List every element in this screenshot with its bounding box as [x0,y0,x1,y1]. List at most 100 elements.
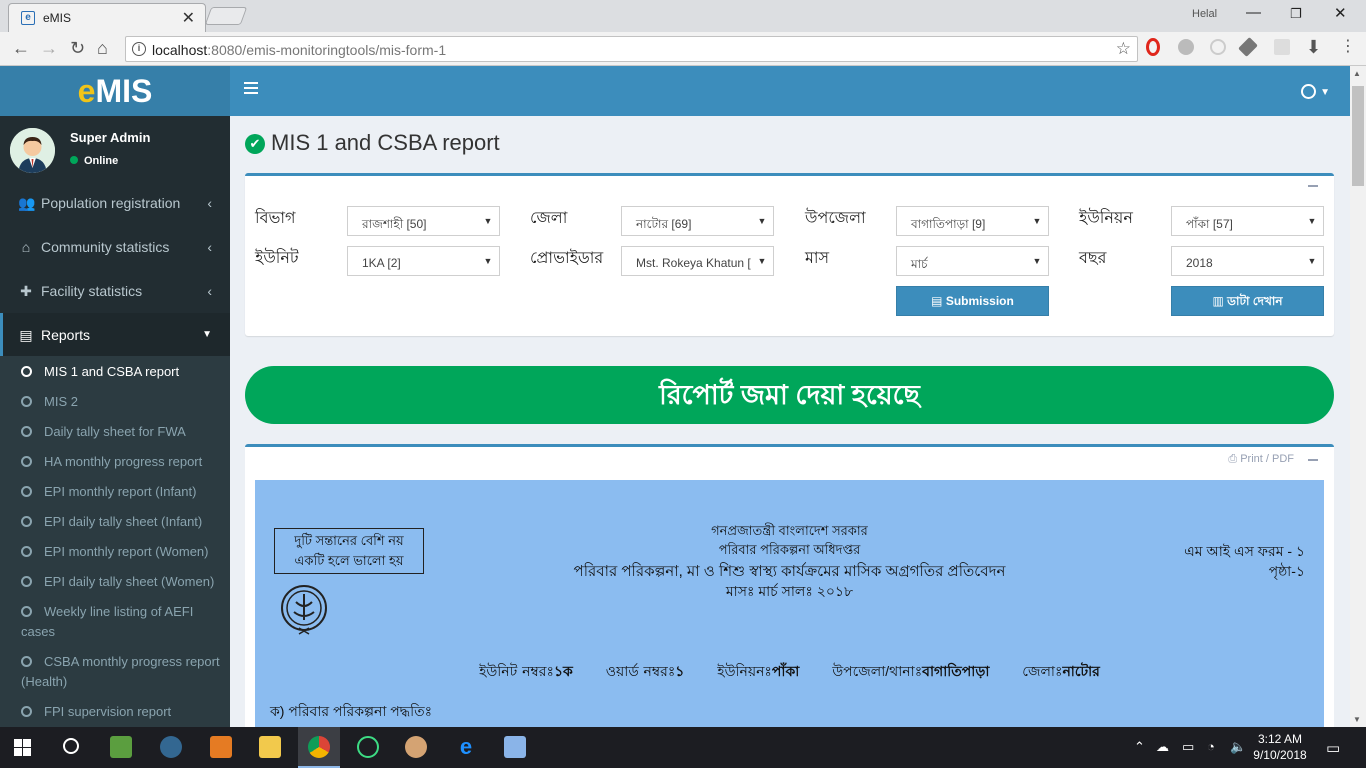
browser-tab[interactable]: e eMIS ✕ [8,3,206,32]
system-clock[interactable]: 3:12 AM 9/10/2018 [1250,731,1310,763]
scrollbar-thumb[interactable] [1352,86,1364,186]
box-extension-icon[interactable] [1274,39,1290,55]
division-label: বিভাগ [255,210,296,227]
circle-icon [21,516,32,527]
submenu-item-mis2[interactable]: MIS 2 [0,392,230,412]
check-circle-icon: ✔ [245,134,265,154]
unit-select[interactable]: 1KA [2] ▼ [347,246,500,276]
sidebar-item-population-registration[interactable]: 👥 Population registration ‹ [0,181,230,225]
circle-icon [21,606,32,617]
tab-close-icon[interactable]: ✕ [182,8,195,28]
submenu-item-epi-daily-women[interactable]: EPI daily tally sheet (Women) [0,572,230,592]
user-menu[interactable]: ▼ [1301,82,1330,99]
tray-expand-icon[interactable]: ⌃ [1134,739,1145,755]
postgres-app-icon[interactable] [160,736,182,758]
submenu-item-epi-monthly-infant[interactable]: EPI monthly report (Infant) [0,482,230,502]
address-bar[interactable]: i localhost:8080/emis-monitoringtools/mi… [125,36,1138,62]
minimize-icon[interactable]: — [1246,4,1261,21]
forward-icon[interactable]: → [40,38,58,58]
ward-number-value: ১ [675,663,685,679]
wifi-icon[interactable]: ◔ [1207,739,1215,754]
submenu-label: MIS 2 [44,394,78,409]
caret-down-icon: ▼ [1320,87,1330,98]
home-icon[interactable]: ⌂ [97,38,108,58]
opera-extension-icon[interactable] [1146,38,1160,56]
collapse-icon[interactable] [1308,185,1318,187]
year-select[interactable]: 2018 ▼ [1171,246,1324,276]
month-label: মাস [805,250,830,267]
volume-icon[interactable]: 🔈 [1230,739,1246,755]
circle-icon [21,486,32,497]
division-select[interactable]: রাজশাহী [50] ▼ [347,206,500,236]
app-logo[interactable]: eMIS [0,66,230,116]
search-circle-icon[interactable] [63,738,79,754]
submenu-item-mis1[interactable]: MIS 1 and CSBA report [0,362,230,382]
print-pdf-button[interactable]: ⎙ Print / PDF [1228,453,1294,466]
notifications-icon[interactable]: ▭ [1326,739,1340,757]
chrome-taskbar-slot[interactable] [298,727,340,768]
edge-app-icon[interactable]: e [455,736,477,758]
chevron-down-icon: ▼ [202,329,212,340]
provider-select[interactable]: Mst. Rokeya Khatun [6 ▼ [621,246,774,276]
sidebar-item-reports[interactable]: ▤ Reports ▼ [0,313,230,357]
sidebar-item-facility-statistics[interactable]: ✚ Facility statistics ‹ [0,269,230,313]
medkit-icon: ✚ [20,283,32,299]
dropdown-arrow-icon: ▼ [1301,207,1323,235]
union-select[interactable]: পাঁকা [57] ▼ [1171,206,1324,236]
windows-start-icon[interactable] [14,739,31,756]
submenu-item-csba[interactable]: CSBA monthly progress report (Health) [0,652,230,692]
submission-button[interactable]: ▤ Submission [896,286,1049,316]
browser-menu-icon[interactable]: ⋮ [1340,37,1356,57]
reload-icon[interactable]: ↻ [70,38,85,58]
atom-app-icon[interactable] [357,736,379,758]
submenu-label: Weekly line listing of AEFI [44,604,194,619]
submenu-item-fpi[interactable]: FPI supervision report [0,702,230,722]
sidebar-item-community-statistics[interactable]: ⌂ Community statistics ‹ [0,225,230,269]
chrome-app-icon [308,736,330,758]
new-tab-button[interactable] [204,7,248,25]
notepad-app-icon[interactable] [110,736,132,758]
district-select[interactable]: নাটোর [69] ▼ [621,206,774,236]
month-select[interactable]: মার্চ ▼ [896,246,1049,276]
submenu-item-epi-monthly-women[interactable]: EPI monthly report (Women) [0,542,230,562]
submenu-item-epi-daily-infant[interactable]: EPI daily tally sheet (Infant) [0,512,230,532]
scroll-up-icon[interactable]: ▲ [1353,69,1361,78]
submenu-label-cont: (Health) [21,674,68,689]
back-icon[interactable]: ← [12,38,30,58]
bar-chart-icon: ▥ [1212,294,1228,308]
window-close-icon[interactable]: ✕ [1334,4,1347,22]
unit-number-label: ইউনিট নম্বরঃ [479,663,554,679]
submenu-item-aefi[interactable]: Weekly line listing of AEFI cases [0,602,230,642]
sidebar-toggle-icon[interactable] [244,82,258,94]
ring-extension-icon[interactable] [1210,39,1226,55]
file-explorer-icon[interactable] [259,736,281,758]
eyedropper-extension-icon[interactable] [1238,37,1258,57]
district-label: জেলা [530,210,568,227]
window-user-name: Helal [1192,8,1218,20]
upazila-select[interactable]: বাগাতিপাড়া [9] ▼ [896,206,1049,236]
page-scrollbar[interactable]: ▲ ▼ [1350,66,1366,727]
submenu-item-fwa-tally[interactable]: Daily tally sheet for FWA [0,422,230,442]
circle-icon [21,576,32,587]
virtualbox-app-icon[interactable] [504,736,526,758]
paint-app-icon[interactable] [405,736,427,758]
bookmark-star-icon[interactable]: ☆ [1116,39,1131,59]
globe-extension-icon[interactable] [1178,39,1194,55]
collapse-icon[interactable] [1308,459,1318,461]
upazila-label: উপজেলা [805,210,866,227]
dropdown-arrow-icon: ▼ [751,207,773,235]
download-icon[interactable]: ⬇ [1306,37,1321,57]
clock-date: 9/10/2018 [1253,748,1307,762]
sublime-app-icon[interactable] [210,736,232,758]
battery-icon[interactable]: ▭ [1182,739,1194,755]
circle-icon [21,706,32,717]
show-data-button[interactable]: ▥ ডাটা দেখান [1171,286,1324,316]
submenu-item-ha-monthly[interactable]: HA monthly progress report [0,452,230,472]
upazila-value: বাগাতিপাড়া [9] [911,217,986,231]
onedrive-icon[interactable]: ☁ [1156,739,1169,755]
scroll-down-icon[interactable]: ▼ [1353,715,1361,724]
info-icon[interactable]: i [132,42,146,56]
restore-icon[interactable]: ❐ [1290,6,1302,22]
circle-icon [21,426,32,437]
district-value: নাটোর [69] [636,217,692,231]
